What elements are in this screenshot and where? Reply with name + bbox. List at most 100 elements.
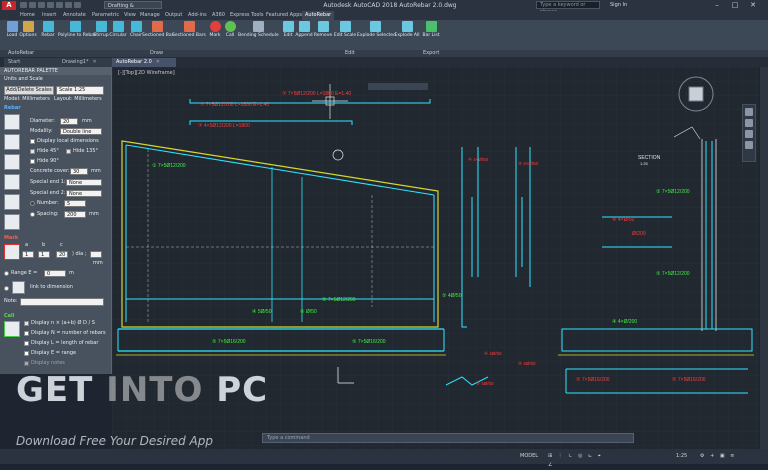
edit-scale-button[interactable]: Edit Scale [333, 21, 357, 43]
workspace-dropdown[interactable]: Drafting & Annotation [104, 1, 162, 17]
zoom-icon[interactable] [745, 119, 753, 127]
file-tab-drawing1[interactable]: Drawing1* ✕ [58, 58, 116, 67]
new-icon[interactable] [20, 2, 27, 8]
hide90-checkbox[interactable] [30, 159, 35, 164]
spacing-tool-icon[interactable] [4, 214, 20, 230]
sign-in-button[interactable]: Sign In [610, 1, 650, 10]
minimize-icon[interactable]: – [708, 0, 726, 11]
tab-featured-apps[interactable]: Featured Apps [266, 11, 302, 20]
spacing-radio[interactable] [30, 212, 35, 217]
append-button[interactable]: Append [294, 21, 314, 43]
call-button[interactable]: Call [220, 21, 240, 43]
annotation-scale[interactable]: 1:25 [676, 452, 687, 461]
save-as-icon[interactable] [47, 2, 54, 8]
tab-annotate[interactable]: Annotate [63, 11, 86, 20]
redo-icon[interactable] [74, 2, 81, 8]
spacing-input[interactable]: 200 [64, 211, 86, 218]
bending-schedule-button[interactable]: Bending Schedule [238, 21, 279, 43]
tab-express-tools[interactable]: Express Tools [230, 11, 263, 20]
viewcube[interactable] [676, 74, 716, 114]
rebar-label: Rebar [41, 33, 55, 38]
viewport-controls-label[interactable]: [-][Top][2D Wireframe] [118, 70, 175, 76]
stirrup-tool-icon[interactable] [4, 194, 20, 210]
svg-text:④ 4×Ø/50: ④ 4×Ø/50 [468, 157, 489, 162]
l-bar-tool-icon[interactable] [4, 134, 20, 150]
options-button[interactable]: Options [18, 21, 38, 43]
save-icon[interactable] [38, 2, 45, 8]
svg-text:④ 5Ø/50: ④ 5Ø/50 [252, 309, 272, 315]
hide45-checkbox[interactable] [30, 149, 35, 154]
display-n-checkbox[interactable] [24, 331, 29, 336]
autocad-logo-icon[interactable]: A [2, 1, 16, 10]
showmotion-icon[interactable] [745, 141, 753, 149]
hide135-checkbox[interactable] [66, 149, 71, 154]
straight-bar-tool-icon[interactable] [4, 114, 20, 130]
display-formula-checkbox[interactable] [24, 321, 29, 326]
modality-select[interactable]: Double line [60, 128, 102, 135]
scale-select[interactable]: Scale 1:25 [56, 86, 104, 95]
tab-a360[interactable]: A360 [212, 11, 225, 20]
range-e-radio[interactable] [4, 271, 9, 276]
u-bar-tool-icon[interactable] [4, 154, 20, 170]
display-notes-checkbox[interactable] [24, 361, 29, 366]
pan-icon[interactable] [745, 108, 753, 116]
mark-b-input[interactable]: 1 [38, 251, 50, 258]
viewport-toolbar[interactable] [368, 83, 428, 90]
call-tool-icon[interactable] [4, 321, 20, 337]
add-delete-scales-button[interactable]: Add/Delete Scales [4, 86, 54, 95]
search-input[interactable]: Type a keyword or phrase [536, 1, 600, 15]
tab-view[interactable]: View [124, 11, 136, 20]
status-settings-icons[interactable]: ⚙ + ▣ ≡ [700, 452, 736, 461]
svg-text:⑤ 7×5Ø16/200: ⑤ 7×5Ø16/200 [212, 339, 246, 345]
concrete-cover-input[interactable]: 30 [70, 168, 88, 175]
open-icon[interactable] [29, 2, 36, 8]
svg-text:④ 4Ø/50: ④ 4Ø/50 [484, 351, 502, 356]
mark-d-input[interactable] [90, 251, 102, 258]
dimension-link-icon[interactable] [12, 281, 25, 294]
range-e-input[interactable]: 0 [44, 270, 66, 277]
close-tab-icon[interactable]: ✕ [92, 59, 96, 65]
tab-parametric[interactable]: Parametric [92, 11, 119, 20]
close-icon[interactable]: ✕ [744, 0, 762, 11]
tab-manage[interactable]: Manage [140, 11, 160, 20]
file-tab-start[interactable]: Start [4, 58, 60, 67]
mark-tool-icon[interactable] [4, 244, 20, 260]
special-end1-select[interactable]: None [66, 179, 102, 186]
plot-icon[interactable] [56, 2, 63, 8]
file-tab-autorebar[interactable]: AutoRebar 2.0 ✕ [112, 58, 176, 67]
model-space-button[interactable]: MODEL [520, 452, 538, 461]
tab-output[interactable]: Output [165, 11, 182, 20]
number-input[interactable]: 5 [64, 200, 86, 207]
sectioned-bars-button[interactable]: Sectioned Bars [172, 21, 206, 43]
number-radio[interactable] [30, 201, 35, 206]
mark-a-input[interactable]: 1 [22, 251, 34, 258]
display-local-dimensions-checkbox[interactable] [30, 139, 35, 144]
note-input[interactable] [20, 298, 104, 306]
polyline-to-rebar-button[interactable]: Polyline to Rebar [58, 21, 96, 43]
circular-button[interactable]: Circular [108, 21, 128, 43]
diameter-input[interactable]: 20 [60, 118, 78, 125]
status-toggle-icons[interactable]: ⊞ ⋮ ∟ ◎ ⊾ ⌖ ∠ [548, 452, 608, 470]
explode-selected-button[interactable]: Explode Selected [357, 21, 396, 43]
sectioned-bar-button[interactable]: Sectioned Bar [142, 21, 173, 43]
bar-list-button[interactable]: Bar List [421, 21, 441, 43]
explode-all-button[interactable]: Explode All [394, 21, 420, 43]
vertical-scrollbar[interactable] [760, 67, 768, 449]
tab-autorebar[interactable]: AutoRebar [302, 11, 335, 20]
display-e-checkbox[interactable] [24, 351, 29, 356]
tab-home[interactable]: Home [20, 11, 35, 20]
display-l-checkbox[interactable] [24, 341, 29, 346]
hook-bar-tool-icon[interactable] [4, 174, 20, 190]
close-tab-icon[interactable]: ✕ [156, 59, 160, 65]
tab-add-ins[interactable]: Add-ins [188, 11, 207, 20]
tab-insert[interactable]: Insert [42, 11, 56, 20]
command-line-input[interactable]: Type a command [262, 433, 634, 443]
rebar-button[interactable]: Rebar [38, 21, 58, 43]
orbit-icon[interactable] [745, 130, 753, 138]
undo-icon[interactable] [65, 2, 72, 8]
special-end2-select[interactable]: None [66, 190, 102, 197]
link-dimension-radio[interactable] [4, 286, 9, 291]
maximize-icon[interactable]: □ [726, 0, 744, 11]
mark-c-input[interactable]: 20 [56, 251, 68, 258]
remove-button[interactable]: Remove [313, 21, 333, 43]
